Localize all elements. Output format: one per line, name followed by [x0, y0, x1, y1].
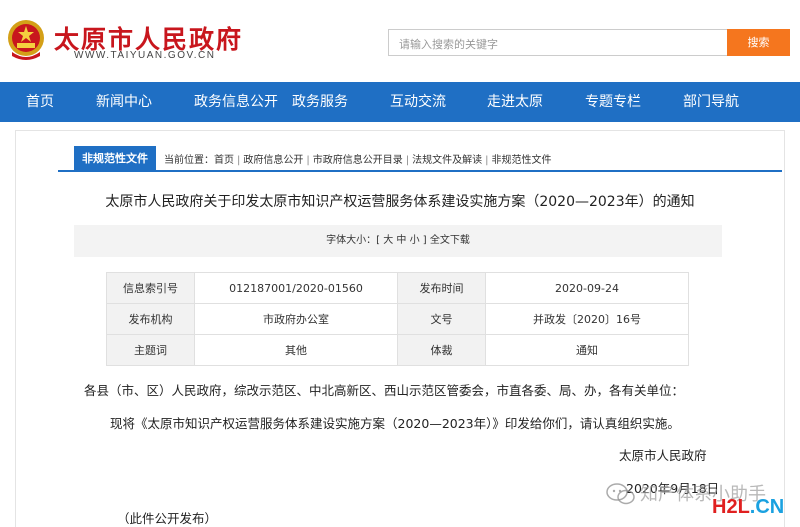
- table-row: 信息索引号 012187001/2020-01560 发布时间 2020-09-…: [106, 272, 689, 304]
- breadcrumb-separator: |: [405, 155, 410, 166]
- nav-item-topics[interactable]: 专题专栏: [585, 82, 641, 122]
- document-meta-table: 信息索引号 012187001/2020-01560 发布时间 2020-09-…: [106, 272, 689, 366]
- font-small-option[interactable]: 小: [410, 235, 420, 246]
- meta-value: 2020-09-24: [485, 272, 689, 304]
- font-size-label: 字体大小：: [326, 235, 377, 246]
- table-row: 主题词 其他 体裁 通知: [106, 334, 689, 366]
- nav-item-interaction[interactable]: 互动交流: [390, 82, 446, 122]
- breadcrumb: 当前位置：首页 | 政府信息公开 | 市政府信息公开目录 | 法规文件及解读 | 非规范性文件: [164, 151, 552, 166]
- watermark-logo: H2L.CN: [712, 496, 784, 519]
- breadcrumb-separator: |: [306, 155, 310, 166]
- body-paragraph: 现将《太原市知识产权运营服务体系建设实施方案（2020—2023年）》印发给你们…: [110, 416, 680, 431]
- meta-key: 文号: [397, 303, 486, 335]
- watermark-logo-h2l: H2L: [712, 496, 750, 518]
- table-row: 发布机构 市政府办公室 文号 并政发〔2020〕16号: [106, 303, 689, 335]
- nav-item-home[interactable]: 首页: [26, 82, 54, 122]
- tab-non-normative-docs[interactable]: 非规范性文件: [74, 146, 156, 171]
- bracket-open: [: [376, 235, 381, 246]
- wechat-icon: [606, 483, 635, 505]
- breadcrumb-non-normative[interactable]: 非规范性文件: [492, 155, 552, 166]
- document-title: 太原市人民政府关于印发太原市知识产权运营服务体系建设实施方案（2020—2023…: [105, 194, 695, 210]
- site-header: 太原市人民政府 WWW.TAIYUAN.GOV.CN 请输入搜索的关键字 搜索: [0, 0, 800, 80]
- breadcrumb-separator: |: [485, 155, 489, 166]
- full-text-download-link[interactable]: 全文下载: [430, 235, 470, 246]
- meta-key: 主题词: [106, 334, 195, 366]
- font-large-option[interactable]: 大: [383, 235, 393, 246]
- breadcrumb-prefix: 当前位置：: [164, 155, 214, 166]
- meta-value: 市政府办公室: [194, 303, 398, 335]
- font-size-bar: 字体大小：[ 大 中 小 ] 全文下载: [74, 225, 722, 257]
- search-input[interactable]: 请输入搜索的关键字: [388, 29, 728, 56]
- breadcrumb-home[interactable]: 首页: [214, 155, 234, 166]
- meta-key: 信息索引号: [106, 272, 195, 304]
- national-emblem-icon: [8, 20, 44, 60]
- meta-value: 并政发〔2020〕16号: [485, 303, 689, 335]
- breadcrumb-regulations[interactable]: 法规文件及解读: [412, 155, 482, 166]
- nav-item-about-taiyuan[interactable]: 走进太原: [487, 82, 543, 122]
- breadcrumb-separator: |: [237, 155, 241, 166]
- main-nav: 首页 新闻中心 政务信息公开 政务服务 互动交流 走进太原 专题专栏 部门导航: [0, 82, 800, 122]
- meta-value: 012187001/2020-01560: [194, 272, 398, 304]
- meta-key: 体裁: [397, 334, 486, 366]
- meta-value: 通知: [485, 334, 689, 366]
- meta-key: 发布机构: [106, 303, 195, 335]
- search-button[interactable]: 搜索: [727, 29, 790, 56]
- breadcrumb-gov-info[interactable]: 政府信息公开: [243, 155, 303, 166]
- nav-item-gov-services[interactable]: 政务服务: [292, 82, 348, 122]
- signer: 太原市人民政府: [619, 448, 707, 463]
- site-url: WWW.TAIYUAN.GOV.CN: [74, 50, 216, 61]
- watermark-logo-cn: .CN: [749, 496, 785, 518]
- meta-key: 发布时间: [397, 272, 486, 304]
- publication-note: （此件公开发布）: [117, 511, 218, 526]
- salutation-paragraph: 各县（市、区）人民政府，综改示范区、中北高新区、西山示范区管委会，市直各委、局、…: [84, 383, 685, 398]
- font-medium-option[interactable]: 中: [396, 235, 406, 246]
- bracket-close: ]: [422, 235, 427, 246]
- nav-item-news[interactable]: 新闻中心: [96, 82, 152, 122]
- breadcrumb-catalog[interactable]: 市政府信息公开目录: [313, 155, 403, 166]
- nav-item-gov-info[interactable]: 政务信息公开: [194, 82, 278, 122]
- nav-item-departments[interactable]: 部门导航: [683, 82, 739, 122]
- meta-value: 其他: [194, 334, 398, 366]
